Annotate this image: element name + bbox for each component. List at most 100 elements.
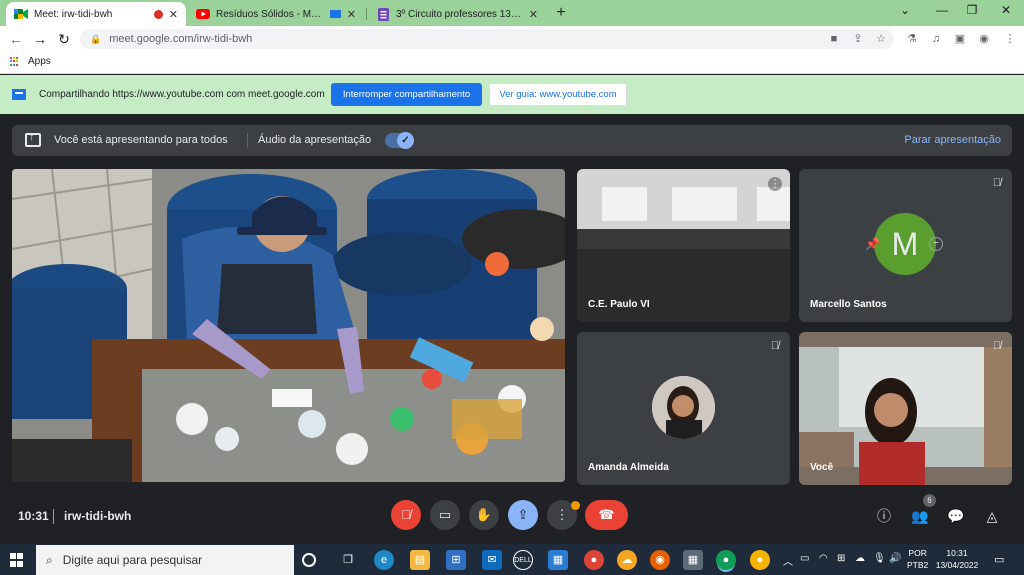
tab-youtube-title: Resíduos Sólidos - Momento — [216, 8, 326, 20]
keyboard-language[interactable]: POR PTB2 — [907, 547, 928, 571]
bookmark-star-icon[interactable]: ☆ — [873, 31, 889, 47]
mic-off-icon: 🎙̸ — [992, 177, 1002, 189]
mic-off-icon: 🎙̸ — [992, 340, 1002, 352]
onedrive-icon[interactable]: ☁ — [855, 553, 865, 564]
chrome-active-icon[interactable]: ● — [716, 550, 736, 570]
dell-icon[interactable]: DELL — [513, 550, 533, 570]
microphone-icon[interactable]: 🎙 — [873, 553, 886, 564]
recycling-scene-image — [12, 169, 565, 482]
menu-kebab-icon[interactable]: ⋮ — [1002, 31, 1018, 47]
back-button[interactable]: ← — [8, 31, 24, 47]
store-icon[interactable]: ⊞ — [446, 550, 466, 570]
present-button[interactable]: ⇪ — [508, 500, 538, 530]
tab-forms-title: 3º Circuito professores 13/04/20 — [396, 8, 523, 20]
mail-icon[interactable]: ✉ — [482, 550, 502, 570]
windows-start-icon[interactable] — [10, 553, 24, 567]
tab-strip: Meet: irw-tidi-bwh ✕ Resíduos Sólidos - … — [0, 0, 1024, 26]
firefox-icon[interactable]: ◉ — [650, 550, 670, 570]
keyboard-layout: PTB2 — [907, 560, 929, 570]
camera-in-use-icon[interactable]: ■ — [826, 31, 842, 47]
restore-button[interactable]: ❐ — [960, 3, 984, 17]
forward-button[interactable]: → — [32, 31, 48, 47]
profile-avatar-icon[interactable]: ◉ — [976, 31, 992, 47]
people-icon[interactable]: 👥 — [910, 506, 930, 526]
volume-icon[interactable]: 🔊 — [889, 553, 901, 564]
task-view-icon[interactable]: ❐ — [338, 550, 358, 570]
lock-icon: 🔒 — [90, 33, 102, 44]
participant-count-badge: 6 — [923, 494, 936, 507]
battery-icon[interactable]: ▭ — [800, 553, 809, 564]
new-tab-button[interactable]: + — [552, 4, 570, 22]
chrome-profile-icon[interactable]: ● — [750, 550, 770, 570]
chat-icon[interactable]: 💬 — [946, 506, 966, 526]
extension-icon[interactable]: ⚗ — [904, 31, 920, 47]
side-panel-icon[interactable]: ▣ — [952, 31, 968, 47]
more-options-icon[interactable]: ⋮ — [768, 177, 782, 191]
presentation-audio-label: Áudio da apresentação — [258, 134, 372, 146]
system-date: 13/04/2022 — [935, 560, 979, 570]
taskbar-search-box[interactable]: ⌕ Digite aqui para pesquisar — [36, 545, 294, 575]
google-meet-icon — [14, 7, 28, 21]
participant-name: C.E. Paulo VI — [588, 299, 650, 310]
presentation-audio-toggle[interactable]: ✓ — [385, 132, 414, 149]
participant-tile[interactable]: ⋮ C.E. Paulo VI — [577, 169, 790, 322]
participant-tile[interactable]: 🎙̸ Amanda Almeida — [577, 332, 790, 485]
divider — [247, 133, 248, 148]
taskbar-search-placeholder: Digite aqui para pesquisar — [62, 553, 203, 567]
tab-search-icon[interactable]: ⌄ — [893, 3, 917, 17]
media-control-icon[interactable]: ♫ — [928, 31, 944, 47]
address-bar[interactable]: 🔒 meet.google.com/irw-tidi-bwh — [80, 29, 894, 49]
close-icon[interactable]: ✕ — [529, 8, 538, 21]
remove-icon[interactable]: − — [929, 237, 943, 251]
edge-icon[interactable]: e — [374, 550, 394, 570]
camera-button[interactable]: ▭ — [430, 500, 460, 530]
wifi-icon[interactable]: ◠ — [819, 553, 828, 564]
stop-sharing-button[interactable]: Interromper compartilhamento — [331, 83, 482, 106]
tab-forms[interactable]: 3º Circuito professores 13/04/20 ✕ — [368, 2, 546, 26]
language-code: POR — [908, 548, 927, 558]
chrome-icon[interactable]: ● — [584, 550, 604, 570]
participant-name: Amanda Almeida — [588, 462, 669, 473]
stop-presenting-link[interactable]: Parar apresentação — [904, 134, 1001, 146]
leave-call-button[interactable]: ☎ — [585, 500, 628, 530]
teams-icon[interactable]: ▦ — [548, 550, 568, 570]
present-screen-icon — [25, 131, 41, 147]
screen-share-icon — [329, 10, 341, 18]
recording-icon — [153, 9, 163, 19]
participant-tile[interactable]: 🎙̸ M 📌 − Marcello Santos — [799, 169, 1012, 322]
screen-share-icon — [12, 89, 26, 100]
share-icon[interactable]: ⇪ — [850, 31, 866, 47]
pin-icon[interactable]: 📌 — [865, 237, 880, 251]
bookmark-apps[interactable]: Apps — [10, 56, 51, 67]
close-icon[interactable]: ✕ — [169, 8, 178, 21]
activities-icon[interactable]: ◬ — [982, 506, 1002, 526]
meeting-info-icon[interactable]: ⓘ — [874, 506, 894, 526]
meeting-control-bar: 10:31 irw-tidi-bwh 🎙̸ ▭ ✋ ⇪ ⋮ ☎ ⓘ 👥 💬 ◬ — [0, 492, 1024, 544]
close-window-button[interactable]: ✕ — [994, 3, 1018, 17]
participant-name: Você — [810, 462, 834, 473]
calculator-icon[interactable]: ▦ — [683, 550, 703, 570]
bookmarks-bar: Apps — [0, 52, 1024, 74]
raise-hand-button[interactable]: ✋ — [469, 500, 499, 530]
file-explorer-icon[interactable]: ▤ — [410, 550, 430, 570]
check-icon: ✓ — [397, 132, 414, 149]
tab-meet[interactable]: Meet: irw-tidi-bwh ✕ — [6, 2, 186, 26]
tab-youtube[interactable]: Resíduos Sólidos - Momento ✕ — [188, 2, 364, 26]
presented-video — [12, 169, 565, 482]
mic-off-button[interactable]: 🎙̸ — [391, 500, 421, 530]
notification-center-icon[interactable]: ▭ — [994, 553, 1004, 566]
view-tab-button[interactable]: Ver guia: www.youtube.com — [489, 83, 627, 106]
participant-tile[interactable]: 🎙̸ Você — [799, 332, 1012, 485]
system-clock[interactable]: 10:31 13/04/2022 — [935, 547, 979, 571]
system-time: 10:31 — [946, 548, 968, 558]
cortana-icon[interactable] — [302, 553, 316, 567]
weather-icon[interactable]: ☁ — [617, 550, 637, 570]
minimize-button[interactable]: — — [930, 3, 954, 17]
url-text: meet.google.com/irw-tidi-bwh — [109, 33, 253, 45]
network-icon[interactable]: ⊞ — [837, 553, 845, 564]
reload-button[interactable]: ↻ — [56, 31, 72, 47]
tab-meet-title: Meet: irw-tidi-bwh — [34, 8, 113, 20]
close-icon[interactable]: ✕ — [347, 8, 356, 21]
show-hidden-icons[interactable]: ︿ — [783, 553, 793, 568]
search-icon: ⌕ — [46, 552, 53, 567]
